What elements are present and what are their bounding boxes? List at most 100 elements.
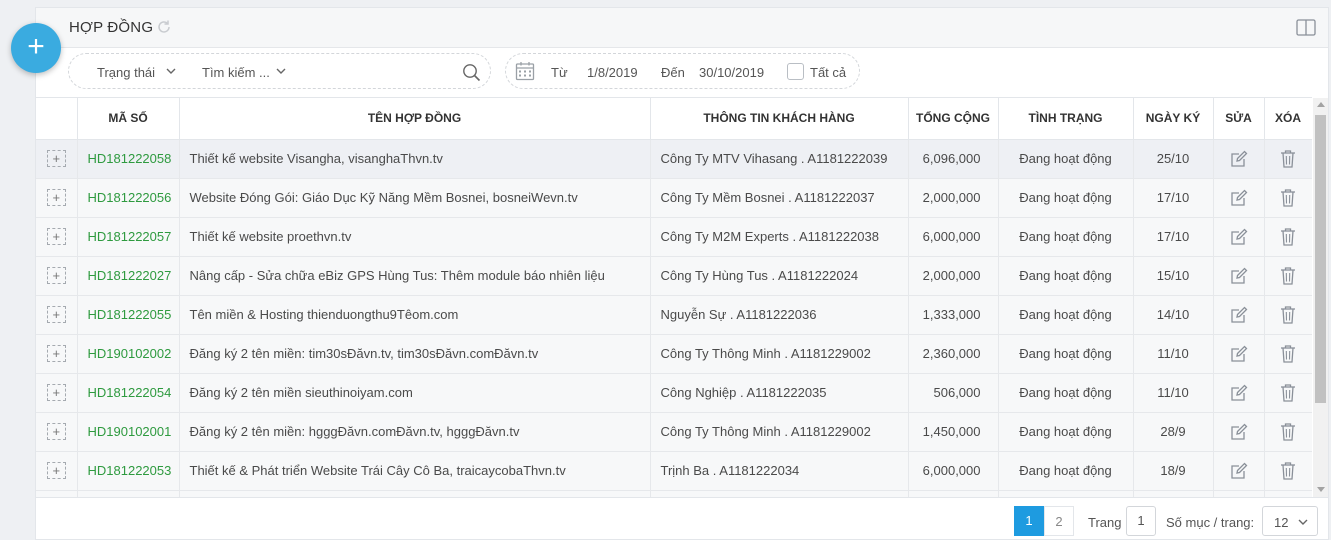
column-header-code[interactable]: MÃ SỐ bbox=[77, 98, 180, 140]
contract-code[interactable]: HD181222054 bbox=[77, 373, 180, 413]
scroll-down-icon[interactable] bbox=[1317, 487, 1325, 492]
edit-icon[interactable] bbox=[1230, 267, 1248, 284]
expand-row-icon[interactable]: + bbox=[46, 384, 66, 401]
split-view-icon[interactable] bbox=[1296, 19, 1316, 36]
expand-row-icon[interactable]: + bbox=[46, 189, 66, 206]
expand-cell: + bbox=[36, 256, 78, 296]
edit-icon[interactable] bbox=[1230, 228, 1248, 245]
column-header-customer[interactable]: THÔNG TIN KHÁCH HÀNG bbox=[650, 98, 909, 140]
expand-row-icon[interactable]: + bbox=[46, 306, 66, 323]
contract-status: Đang hoạt động bbox=[998, 139, 1134, 179]
expand-row-icon[interactable]: + bbox=[46, 267, 66, 284]
edit-icon[interactable] bbox=[1230, 423, 1248, 440]
expand-row-icon[interactable]: + bbox=[46, 423, 66, 440]
column-header-total[interactable]: TỔNG CỘNG bbox=[908, 98, 999, 140]
to-label: Đến bbox=[661, 65, 685, 80]
empty-cell bbox=[36, 490, 78, 497]
empty-cell bbox=[1264, 490, 1312, 497]
total-amount: 506,000 bbox=[908, 373, 999, 413]
contract-name: Website Đóng Gói: Giáo Dục Kỹ Năng Mềm B… bbox=[179, 178, 651, 218]
edit-icon[interactable] bbox=[1230, 189, 1248, 206]
trash-icon[interactable] bbox=[1280, 150, 1296, 168]
total-amount: 6,000,000 bbox=[908, 451, 999, 491]
customer-info: Công Ty MTV Vihasang . A1181222039 bbox=[650, 139, 909, 179]
edit-icon[interactable] bbox=[1230, 150, 1248, 167]
trash-icon[interactable] bbox=[1280, 228, 1296, 246]
from-date-input[interactable]: 1/8/2019 bbox=[587, 65, 638, 80]
customer-info: Công Nghiệp . A1181222035 bbox=[650, 373, 909, 413]
per-page-select[interactable]: 12 bbox=[1262, 506, 1318, 536]
contract-name: Tên miền & Hosting thienduongthu9Têom.co… bbox=[179, 295, 651, 335]
table-row[interactable]: + HD190102002 Đăng ký 2 tên miền: tim30sĐă… bbox=[36, 334, 1312, 374]
trash-icon[interactable] bbox=[1280, 384, 1296, 402]
table-row[interactable]: + HD181222056 Website Đóng Gói: Giáo Dục K… bbox=[36, 178, 1312, 218]
edit-icon[interactable] bbox=[1230, 384, 1248, 401]
trash-icon[interactable] bbox=[1280, 423, 1296, 441]
delete-cell bbox=[1264, 451, 1312, 491]
add-contract-button[interactable]: + bbox=[11, 23, 61, 73]
table-row[interactable]: + HD181222053 Thiết kế & Phát triển Websit… bbox=[36, 451, 1312, 491]
table-row[interactable]: + HD190102001 Đăng ký 2 tên miền: hgggĐăvn… bbox=[36, 412, 1312, 452]
delete-cell bbox=[1264, 334, 1312, 374]
table-row[interactable]: + HD181222058 Thiết kế website Visangha, v… bbox=[36, 139, 1312, 179]
edit-icon[interactable] bbox=[1230, 306, 1248, 323]
expand-cell: + bbox=[36, 451, 78, 491]
scroll-up-icon[interactable] bbox=[1317, 102, 1325, 107]
expand-cell: + bbox=[36, 217, 78, 257]
status-filter[interactable]: Trạng thái bbox=[97, 65, 155, 80]
table-row[interactable]: + HD181222055 Tên miền & Hosting thienduon… bbox=[36, 295, 1312, 335]
table-scrollbar[interactable] bbox=[1313, 98, 1328, 497]
contract-status: Đang hoạt động bbox=[998, 256, 1134, 296]
column-header-status[interactable]: TÌNH TRẠNG bbox=[998, 98, 1134, 140]
contract-status: Đang hoạt động bbox=[998, 334, 1134, 374]
customer-info: Nguyễn Sự . A1181222036 bbox=[650, 295, 909, 335]
contract-code[interactable]: HD190102001 bbox=[77, 412, 180, 452]
edit-icon[interactable] bbox=[1230, 462, 1248, 479]
edit-cell bbox=[1213, 295, 1265, 335]
search-filter[interactable]: Tìm kiếm ... bbox=[202, 65, 270, 80]
table-row[interactable]: + HD181222057 Thiết kế website proethvn.tv… bbox=[36, 217, 1312, 257]
contract-code[interactable]: HD181222053 bbox=[77, 451, 180, 491]
expand-row-icon[interactable]: + bbox=[46, 462, 66, 479]
contract-code[interactable]: HD181222056 bbox=[77, 178, 180, 218]
contract-code[interactable]: HD181222027 bbox=[77, 256, 180, 296]
contract-code[interactable]: HD181222058 bbox=[77, 139, 180, 179]
page-button-1[interactable]: 1 bbox=[1014, 506, 1044, 536]
expand-row-icon[interactable]: + bbox=[46, 228, 66, 245]
calendar-icon[interactable] bbox=[515, 61, 535, 81]
expand-row-icon[interactable]: + bbox=[46, 150, 66, 167]
edit-cell bbox=[1213, 451, 1265, 491]
page-input[interactable]: 1 bbox=[1126, 506, 1156, 536]
edit-icon[interactable] bbox=[1230, 345, 1248, 362]
refresh-icon[interactable] bbox=[156, 19, 172, 35]
trash-icon[interactable] bbox=[1280, 306, 1296, 324]
contract-code[interactable]: HD181222055 bbox=[77, 295, 180, 335]
table-row[interactable]: + HD181222054 Đăng ký 2 tên miền sieuthino… bbox=[36, 373, 1312, 413]
trash-icon[interactable] bbox=[1280, 189, 1296, 207]
table-row[interactable]: + HD181222027 Nâng cấp - Sửa chữa eBiz GPS… bbox=[36, 256, 1312, 296]
total-amount: 2,360,000 bbox=[908, 334, 999, 374]
expand-cell: + bbox=[36, 334, 78, 374]
contract-code[interactable]: HD181222057 bbox=[77, 217, 180, 257]
filter-bar: Trạng thái Tìm kiếm ... bbox=[68, 53, 491, 89]
all-checkbox[interactable] bbox=[787, 63, 804, 80]
total-amount: 6,000,000 bbox=[908, 217, 999, 257]
expand-row-icon[interactable]: + bbox=[46, 345, 66, 362]
contract-code[interactable]: HD190102002 bbox=[77, 334, 180, 374]
column-header-name[interactable]: TÊN HỢP ĐỒNG bbox=[179, 98, 651, 140]
chevron-down-icon bbox=[166, 68, 176, 74]
signed-date: 17/10 bbox=[1133, 178, 1214, 218]
page-button-2[interactable]: 2 bbox=[1044, 506, 1074, 536]
column-header-date[interactable]: NGÀY KÝ bbox=[1133, 98, 1214, 140]
to-date-input[interactable]: 30/10/2019 bbox=[699, 65, 764, 80]
trash-icon[interactable] bbox=[1280, 267, 1296, 285]
delete-cell bbox=[1264, 217, 1312, 257]
trash-icon[interactable] bbox=[1280, 345, 1296, 363]
empty-cell bbox=[1133, 490, 1214, 497]
contract-status: Đang hoạt động bbox=[998, 412, 1134, 452]
scrollbar-thumb[interactable] bbox=[1315, 115, 1326, 403]
empty-cell bbox=[998, 490, 1134, 497]
trash-icon[interactable] bbox=[1280, 462, 1296, 480]
search-icon[interactable] bbox=[462, 63, 481, 82]
footer-divider bbox=[36, 497, 1328, 498]
